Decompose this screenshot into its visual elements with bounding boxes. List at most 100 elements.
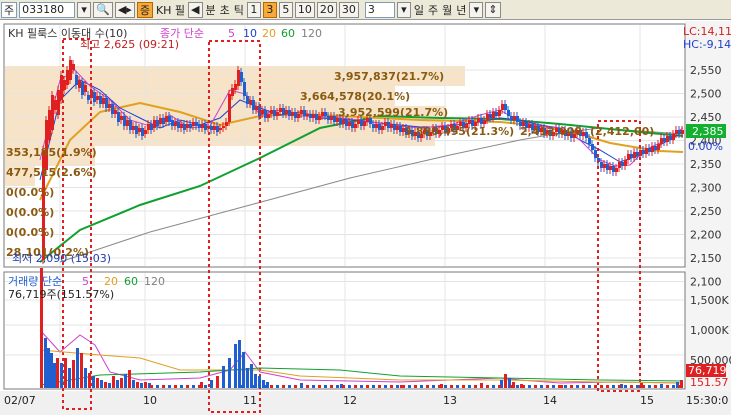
volume-bar — [588, 385, 591, 388]
profile-label-left: 0(0.0%) — [6, 206, 54, 219]
period-dropdown-button[interactable]: ▾ — [396, 1, 411, 18]
tab-month[interactable]: 월 — [441, 2, 453, 18]
tab-tick[interactable]: 틱 — [233, 2, 245, 18]
candle-body — [156, 120, 159, 126]
more-button[interactable]: ▾ — [469, 1, 484, 18]
candle-body — [300, 110, 303, 114]
candle-body — [660, 138, 663, 144]
volume-legend-ma20: 20 — [104, 275, 118, 288]
candle-body — [612, 166, 615, 172]
volume-bar — [546, 385, 549, 388]
candle-body — [183, 124, 186, 130]
candle-body — [603, 164, 606, 168]
legend-ma60: 60 — [281, 27, 295, 40]
profile-overlap-label: (2,412,00) — [590, 125, 654, 138]
volume-bar — [324, 385, 327, 388]
profile-label-right: 3,957,837(21.7%) — [334, 70, 444, 83]
volume-bar — [294, 385, 297, 388]
candle-body — [486, 114, 489, 120]
volume-bar — [480, 383, 483, 388]
stock-type-badge[interactable]: 증 — [136, 1, 153, 18]
candle-body — [246, 96, 249, 104]
candle-body — [57, 90, 60, 115]
interval-10[interactable]: 10 — [294, 1, 315, 18]
candle-body — [135, 126, 138, 134]
candle-body — [111, 104, 114, 114]
profile-label-left: 0(0.0%) — [6, 226, 54, 239]
tab-minute[interactable]: 분 — [205, 2, 217, 18]
interval-30[interactable]: 30 — [338, 1, 359, 18]
volume-bar — [258, 376, 261, 388]
prev-button[interactable]: ◀ — [188, 1, 203, 18]
volume-bar — [624, 385, 627, 388]
speaker-icon: ◀▸ — [117, 3, 132, 16]
interval-20[interactable]: 20 — [316, 1, 337, 18]
candle-body — [357, 120, 360, 124]
volume-bar — [396, 385, 399, 388]
chart-area[interactable]: KH 필룩스 이동대 수(10) 종가 단순 5 10 20 60 120 최고… — [0, 21, 731, 415]
candle-body — [189, 124, 192, 128]
candle-body — [150, 124, 153, 130]
candle-body — [210, 126, 213, 130]
candle-body — [48, 110, 51, 140]
candle-body — [327, 116, 330, 120]
x-axis-label: 13 — [443, 394, 457, 407]
volume-bar — [174, 385, 177, 388]
candle-body — [672, 134, 675, 140]
volume-bar — [72, 360, 75, 388]
candle-body — [249, 100, 252, 104]
interval-3[interactable]: 3 — [262, 1, 277, 18]
x-axis-label: 11 — [243, 394, 257, 407]
volume-bar — [312, 385, 315, 388]
volume-bar — [116, 380, 119, 388]
candle-body — [312, 114, 315, 118]
period-input[interactable]: 3 — [364, 1, 395, 18]
candle-body — [75, 75, 78, 85]
volume-bar — [288, 385, 291, 388]
candle-body — [279, 108, 282, 112]
candle-body — [615, 168, 618, 172]
candle-body — [633, 152, 636, 158]
search-button[interactable]: 🔍 — [93, 1, 113, 18]
candle-body — [663, 138, 666, 142]
updown-button[interactable]: ⇕ — [485, 1, 501, 18]
candle-body — [630, 154, 633, 158]
candle-body — [123, 116, 126, 126]
chart-type-select[interactable]: 주 — [1, 1, 18, 18]
candle-body — [255, 106, 258, 110]
candle-body — [186, 124, 189, 128]
tab-year[interactable]: 년 — [455, 2, 467, 18]
tab-second[interactable]: 초 — [219, 2, 231, 18]
candle-body — [297, 114, 300, 118]
candle-body — [237, 70, 240, 86]
candle-body — [177, 122, 180, 128]
volume-bar — [678, 385, 681, 388]
profile-label-left: 477,515(2.6%) — [6, 166, 97, 179]
speaker-button[interactable]: ◀▸ — [114, 1, 135, 18]
candle-body — [87, 95, 90, 100]
volume-bar — [168, 385, 171, 388]
candle-body — [396, 126, 399, 130]
price-tick-label: 2,550 — [690, 64, 722, 77]
candle-body — [399, 126, 402, 132]
volume-bar — [47, 348, 50, 388]
candle-body — [468, 120, 471, 124]
volume-bar — [342, 385, 345, 388]
volume-bar — [384, 385, 387, 388]
candle-body — [681, 130, 684, 134]
candle-body — [501, 104, 504, 110]
tab-day[interactable]: 일 — [413, 2, 425, 18]
interval-1[interactable]: 1 — [246, 1, 261, 18]
volume-bar — [402, 385, 405, 388]
volume-bar — [672, 385, 675, 388]
stock-code-input[interactable]: 033180 — [19, 1, 76, 18]
chart-svg[interactable]: KH 필룩스 이동대 수(10) 종가 단순 5 10 20 60 120 최고… — [0, 21, 731, 415]
interval-5[interactable]: 5 — [278, 1, 293, 18]
volume-bar — [462, 385, 465, 388]
candle-body — [321, 112, 324, 116]
candle-body — [513, 116, 516, 120]
tab-week[interactable]: 주 — [427, 2, 439, 18]
volume-bar — [372, 385, 375, 388]
code-dropdown-button[interactable]: ▾ — [77, 1, 92, 18]
candle-body — [618, 162, 621, 168]
